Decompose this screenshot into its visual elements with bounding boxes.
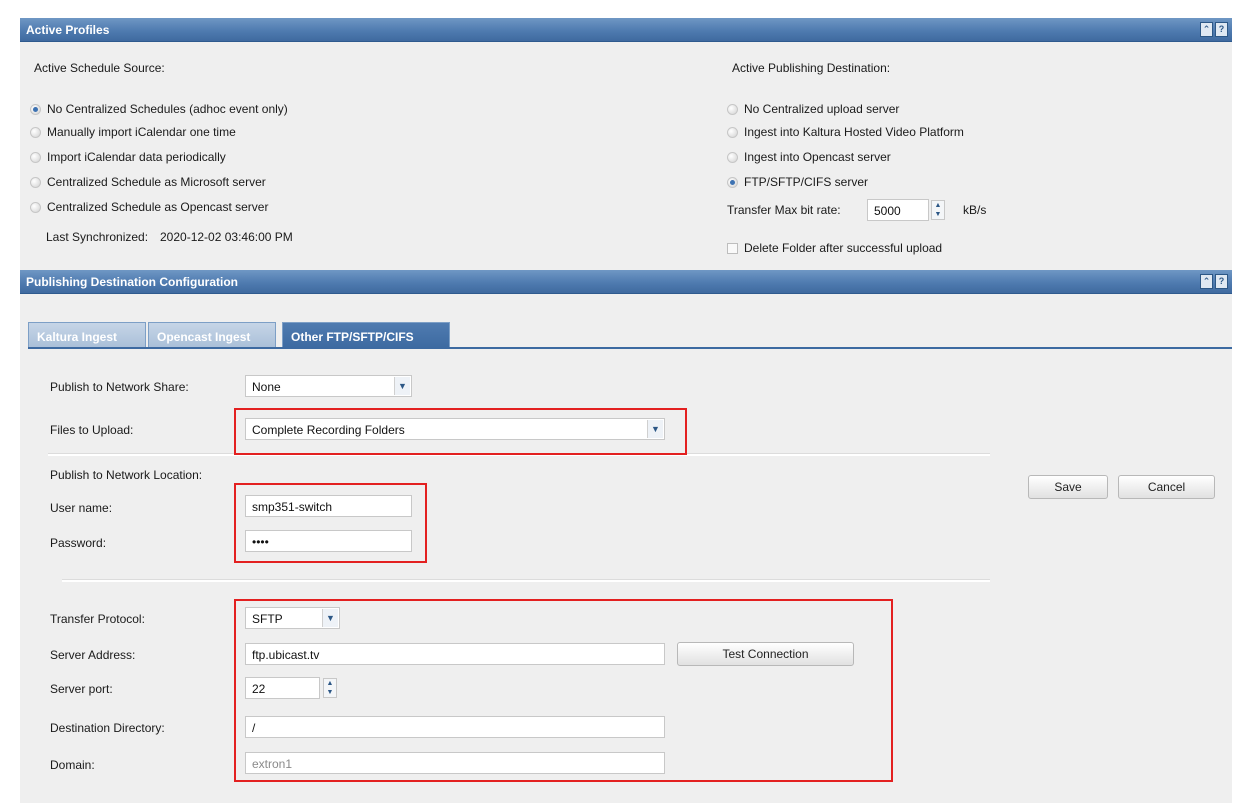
help-icon[interactable]: ? xyxy=(1215,22,1228,37)
radio-label: FTP/SFTP/CIFS server xyxy=(744,175,869,189)
last-synchronized-label: Last Synchronized: xyxy=(46,230,149,244)
spinner-arrows-icon[interactable]: ▲ ▼ xyxy=(931,200,945,220)
radio-label: Ingest into Kaltura Hosted Video Platfor… xyxy=(744,125,964,139)
radio-label: Import iCalendar data periodically xyxy=(47,150,226,164)
bitrate-label: Transfer Max bit rate: xyxy=(727,203,841,217)
radio-button[interactable] xyxy=(727,126,738,138)
radio-button[interactable] xyxy=(727,103,738,115)
radio-kaltura-ingest[interactable]: Ingest into Kaltura Hosted Video Platfor… xyxy=(727,124,964,140)
delete-folder-checkbox-row[interactable]: Delete Folder after successful upload xyxy=(727,240,942,256)
radio-label: Centralized Schedule as Opencast server xyxy=(47,200,269,214)
radio-opencast-ingest[interactable]: Ingest into Opencast server xyxy=(727,149,891,165)
files-to-upload-label: Files to Upload: xyxy=(50,423,134,437)
destination-directory-label: Destination Directory: xyxy=(50,721,165,735)
network-location-label: Publish to Network Location: xyxy=(50,468,203,482)
server-address-label: Server Address: xyxy=(50,648,136,662)
schedule-source-label: Active Schedule Source: xyxy=(34,61,165,75)
last-synchronized-value: 2020-12-02 03:46:00 PM xyxy=(160,230,293,244)
active-profiles-title: Active Profiles xyxy=(26,23,110,37)
server-port-label: Server port: xyxy=(50,682,113,696)
delete-folder-checkbox[interactable] xyxy=(727,242,738,254)
publishing-config-title: Publishing Destination Configuration xyxy=(26,275,238,289)
username-label: User name: xyxy=(50,501,113,515)
radio-opencast-server[interactable]: Centralized Schedule as Opencast server xyxy=(30,199,268,215)
bitrate-input[interactable]: 5000 xyxy=(867,199,929,221)
publishing-destination-label: Active Publishing Destination: xyxy=(732,61,891,75)
active-profiles-panel: Active Profiles ⌃ ? Active Schedule Sour… xyxy=(20,18,1232,270)
cancel-button[interactable]: Cancel xyxy=(1118,475,1215,499)
radio-button[interactable] xyxy=(30,201,41,213)
radio-label: Centralized Schedule as Microsoft server xyxy=(47,175,266,189)
publishing-config-header: Publishing Destination Configuration ⌃ ? xyxy=(20,270,1232,294)
radio-ftp-sftp-cifs[interactable]: FTP/SFTP/CIFS server xyxy=(727,174,868,190)
transfer-protocol-label: Transfer Protocol: xyxy=(50,612,145,626)
radio-microsoft-server[interactable]: Centralized Schedule as Microsoft server xyxy=(30,174,266,190)
radio-button[interactable] xyxy=(30,151,41,163)
radio-button[interactable] xyxy=(30,126,41,138)
radio-button[interactable] xyxy=(727,176,738,188)
network-share-select[interactable]: None ▼ xyxy=(245,375,412,397)
password-label: Password: xyxy=(50,536,107,550)
save-button[interactable]: Save xyxy=(1028,475,1108,499)
highlight-transfer-settings xyxy=(234,599,893,782)
radio-button[interactable] xyxy=(30,103,41,115)
collapse-icon[interactable]: ⌃ xyxy=(1200,22,1213,37)
radio-no-upload-server[interactable]: No Centralized upload server xyxy=(727,101,899,117)
bitrate-unit: kB/s xyxy=(963,203,987,217)
radio-label: Manually import iCalendar one time xyxy=(47,125,236,139)
tab-other-ftp-sftp-cifs[interactable]: Other FTP/SFTP/CIFS xyxy=(282,322,450,348)
highlight-files-to-upload xyxy=(234,408,687,455)
tab-underline xyxy=(28,347,1232,349)
network-share-label: Publish to Network Share: xyxy=(50,380,189,394)
active-profiles-header: Active Profiles ⌃ ? xyxy=(20,18,1232,42)
radio-periodic-icalendar[interactable]: Import iCalendar data periodically xyxy=(30,149,226,165)
radio-button[interactable] xyxy=(727,151,738,163)
radio-label: Ingest into Opencast server xyxy=(744,150,891,164)
help-icon[interactable]: ? xyxy=(1215,274,1228,289)
radio-manual-icalendar[interactable]: Manually import iCalendar one time xyxy=(30,124,236,140)
section-divider xyxy=(62,579,990,582)
highlight-credentials xyxy=(234,483,427,563)
radio-label: No Centralized upload server xyxy=(744,102,900,116)
radio-label: No Centralized Schedules (adhoc event on… xyxy=(47,102,288,116)
radio-button[interactable] xyxy=(30,176,41,188)
delete-folder-label: Delete Folder after successful upload xyxy=(744,241,943,255)
network-share-value: None xyxy=(252,380,281,394)
domain-label: Domain: xyxy=(50,758,95,772)
tab-opencast-ingest[interactable]: Opencast Ingest xyxy=(148,322,276,348)
tab-kaltura-ingest[interactable]: Kaltura Ingest xyxy=(28,322,146,348)
radio-no-centralized-schedules[interactable]: No Centralized Schedules (adhoc event on… xyxy=(30,101,288,117)
chevron-down-icon[interactable]: ▼ xyxy=(394,377,410,395)
collapse-icon[interactable]: ⌃ xyxy=(1200,274,1213,289)
